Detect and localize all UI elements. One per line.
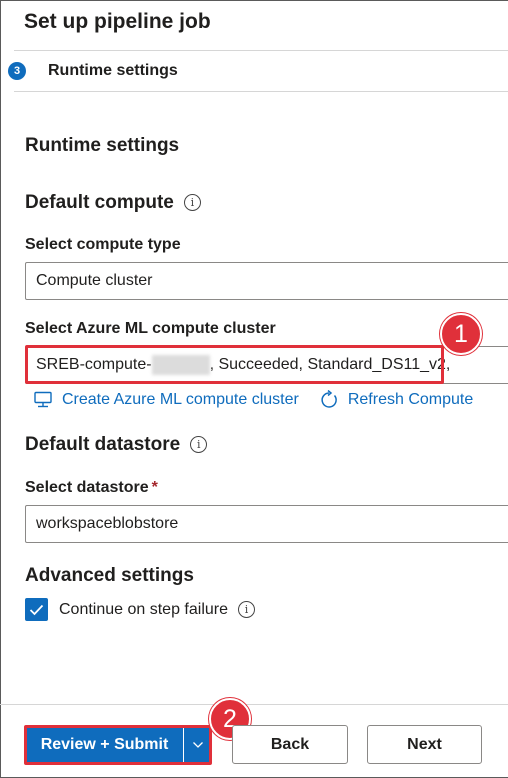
header-divider: [14, 50, 508, 51]
checkmark-icon: [29, 604, 44, 615]
compute-links: Create Azure ML compute cluster Refresh …: [33, 390, 473, 410]
default-compute-heading: Default compute i: [25, 192, 201, 214]
panel: [0, 0, 508, 778]
continue-on-failure-checkbox[interactable]: [25, 598, 48, 621]
create-compute-cluster-link[interactable]: Create Azure ML compute cluster: [33, 391, 299, 409]
required-mark: *: [151, 479, 158, 496]
compute-type-dropdown[interactable]: Compute cluster: [25, 262, 508, 300]
advanced-settings-heading: Advanced settings: [25, 565, 194, 586]
compute-type-label: Select compute type: [25, 236, 181, 253]
continue-on-failure-label: Continue on step failure: [59, 600, 228, 618]
next-button[interactable]: Next: [367, 725, 482, 764]
info-icon[interactable]: i: [238, 601, 255, 618]
compute-type-value: Compute cluster: [36, 272, 153, 289]
refresh-compute-label: Refresh Compute: [347, 391, 474, 408]
create-compute-cluster-label: Create Azure ML compute cluster: [62, 391, 299, 408]
datastore-label-text: Select datastore: [25, 479, 149, 496]
step-number-badge: 3: [8, 62, 26, 80]
datastore-value: workspaceblobstore: [36, 515, 179, 532]
step-label: Runtime settings: [48, 62, 178, 79]
info-icon[interactable]: i: [183, 194, 201, 211]
datastore-label: Select datastore *: [25, 479, 158, 497]
datastore-dropdown[interactable]: workspaceblobstore: [25, 505, 508, 543]
default-datastore-heading-text: Default datastore: [25, 434, 181, 455]
section-title: Runtime settings: [25, 135, 180, 156]
page-title: Set up pipeline job: [24, 10, 211, 33]
callout-highlight-2: [24, 725, 212, 765]
footer-divider: [0, 704, 508, 705]
back-button[interactable]: Back: [232, 725, 348, 764]
default-datastore-heading: Default datastore i: [25, 434, 208, 456]
step-divider: [14, 91, 508, 92]
refresh-icon: [321, 390, 337, 408]
step-indicator[interactable]: 3 Runtime settings: [8, 62, 178, 80]
refresh-compute-link[interactable]: Refresh Compute: [319, 390, 473, 410]
continue-on-failure-option[interactable]: Continue on step failure i: [25, 598, 255, 621]
info-icon[interactable]: i: [190, 436, 208, 453]
callout-badge-1: 1: [440, 313, 482, 355]
computer-icon: [34, 391, 52, 408]
callout-highlight-1: [25, 345, 444, 384]
compute-cluster-label: Select Azure ML compute cluster: [25, 320, 276, 337]
default-compute-heading-text: Default compute: [25, 192, 174, 213]
